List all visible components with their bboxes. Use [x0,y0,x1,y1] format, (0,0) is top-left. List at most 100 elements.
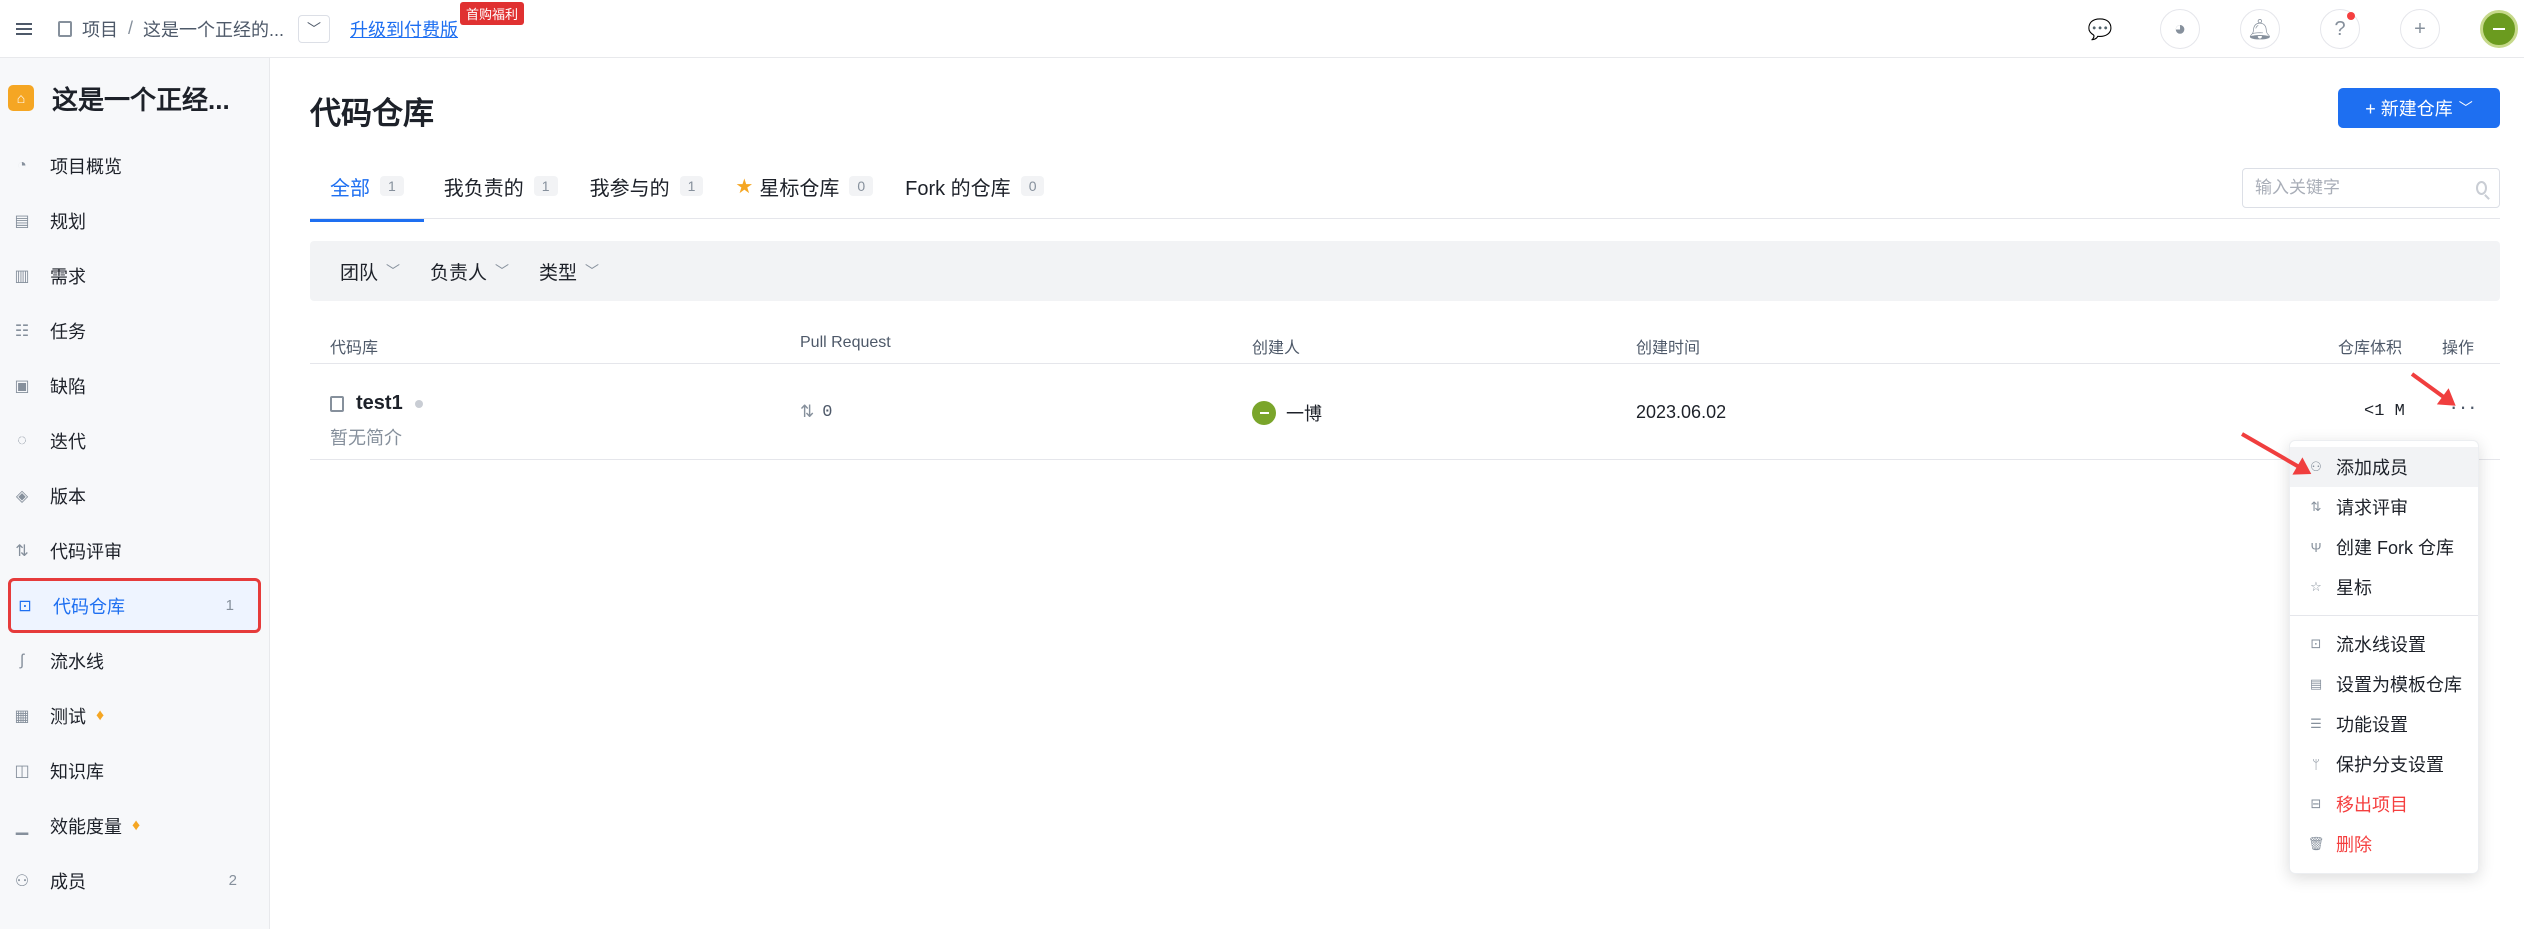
menu-delete[interactable]: 🗑︎ 删除 [2290,824,2478,864]
menu-create-fork[interactable]: Ψ 创建 Fork 仓库 [2290,527,2478,567]
table-row[interactable]: test1 暂无简介 ⇅ 0 一博 2023.06.02 <1 M ··· [310,364,2500,460]
tab-participated[interactable]: 我参与的 1 [590,162,704,210]
menu-request-review[interactable]: ⇅ 请求评审 [2290,487,2478,527]
sidebar-item-task[interactable]: ☷ 任务 [8,303,261,358]
filter-team[interactable]: 团队 ﹀ [340,258,400,285]
code-repo-icon: ⊡ [18,597,32,615]
sidebar-item-bug[interactable]: ▣ 缺陷 [8,358,261,413]
search-input[interactable] [2255,178,2476,198]
settings-icon: ☰ [2310,716,2322,731]
sidebar-item-dashboard[interactable]: ◔ 项目概览 [8,138,261,193]
search-icon[interactable] [2476,181,2487,195]
assistant-icon[interactable]: ◕ [2160,9,2200,49]
repo-name[interactable]: test1 [356,392,403,415]
sidebar-item-label: 代码评审 [50,541,122,562]
filter-type[interactable]: 类型 ﹀ [539,258,599,285]
menu-item-label: 设置为模板仓库 [2336,675,2462,695]
notification-dot [2347,12,2355,20]
menu-star[interactable]: ☆ 星标 [2290,567,2478,607]
filter-bar: 团队 ﹀ 负责人 ﹀ 类型 ﹀ [310,241,2500,301]
column-size: 仓库体积 [2338,340,2403,357]
menu-feature-settings[interactable]: ☰ 功能设置 [2290,704,2478,744]
menu-item-label: 保护分支设置 [2336,755,2444,775]
iteration-icon: ◌ [17,431,27,449]
project-name: 这是一个正经... [52,84,230,115]
menu-protected-branch[interactable]: ᛘ 保护分支设置 [2290,744,2478,784]
pr-cell[interactable]: ⇅ 0 [800,402,832,422]
sidebar-item-code-review[interactable]: ⇅ 代码评审 [8,523,261,578]
template-icon: ▤ [2309,676,2323,691]
table-header: 代码库 Pull Request 创建人 创建时间 仓库体积 操作 [310,322,2500,364]
filter-owner[interactable]: 负责人 ﹀ [430,258,509,285]
column-creator: 创建人 [1252,340,1301,357]
upgrade-link-label[interactable]: 升级到付费版 [350,20,458,40]
premium-gem-icon: ♦ [96,706,105,724]
bell-icon[interactable]: 🔔︎ [2240,9,2280,49]
sidebar-item-label: 迭代 [50,431,86,452]
tab-count: 1 [679,176,704,196]
chevron-down-icon: ﹀ [585,263,600,279]
creator-cell: 一博 [1252,400,1322,426]
trash-icon: 🗑︎ [2307,836,2325,851]
breadcrumb-root[interactable]: 项目 [82,16,118,42]
sidebar-item-label: 成员 [50,871,86,892]
tab-mine[interactable]: 我负责的 1 [444,162,558,210]
project-header[interactable]: ⌂ 这是一个正经... [0,58,269,138]
sidebar-item-chart[interactable]: ▁ 效能度量 ♦ [8,798,261,853]
tab-all[interactable]: 全部 1 [310,162,424,222]
breadcrumb: 项目 / 这是一个正经的... ﹀ [58,14,331,43]
search-box[interactable] [2242,168,2500,208]
sidebar-item-book[interactable]: ◫ 知识库 [8,743,261,798]
pr-count: 0 [822,402,833,422]
members-icon: ⚇ [14,872,30,890]
menu-toggle-icon[interactable] [4,9,44,49]
menu-item-label: 功能设置 [2336,715,2408,735]
sidebar-item-members[interactable]: ⚇ 成员 2 [8,853,261,908]
sidebar-item-label: 代码仓库 [53,596,125,617]
top-bar: 项目 / 这是一个正经的... ﹀ 升级到付费版 首购福利 💬 ◕ 🔔︎ ? + [0,0,2524,58]
chat-icon[interactable]: 💬 [2080,9,2120,49]
dashboard-icon: ◔ [17,156,27,174]
plan-icon: ▤ [14,212,30,230]
tab-starred[interactable]: ★ 星标仓库 0 [735,162,874,210]
add-icon[interactable]: + [2400,9,2440,49]
user-avatar[interactable] [2480,10,2518,48]
menu-pipeline-settings[interactable]: ⊡ 流水线设置 [2290,624,2478,664]
tab-divider [310,218,2500,219]
column-pr: Pull Request [800,334,891,351]
sidebar-item-label: 需求 [50,266,86,287]
page-title: 代码仓库 [310,96,434,131]
sidebar-item-plan[interactable]: ▤ 规划 [8,193,261,248]
breadcrumb-separator: / [128,18,134,38]
sidebar-item-pipeline[interactable]: ʃ 流水线 [8,633,261,688]
breadcrumb-project[interactable]: 这是一个正经的... [143,16,284,42]
layers-icon: ◈ [15,487,29,505]
chevron-down-icon: ﹀ [386,263,401,279]
sidebar-item-requirement[interactable]: ▥ 需求 [8,248,261,303]
sidebar-item-layers[interactable]: ◈ 版本 [8,468,261,523]
sidebar-item-test[interactable]: ▦ 测试 ♦ [8,688,261,743]
status-dot [414,399,423,408]
repo-name-cell[interactable]: test1 [330,392,423,415]
menu-add-member[interactable]: ⚇ 添加成员 [2290,447,2478,487]
tab-label: 星标仓库 [759,177,840,200]
sidebar-item-code-repo[interactable]: ⊡ 代码仓库 1 [8,578,261,633]
sidebar-item-iteration[interactable]: ◌ 迭代 [8,413,261,468]
menu-item-label: 添加成员 [2336,458,2408,478]
tab-label: 我负责的 [443,177,524,200]
code-review-icon: ⇅ [15,542,29,560]
upgrade-link[interactable]: 升级到付费版 首购福利 [350,1,525,42]
tab-count: 0 [1020,176,1045,196]
test-icon: ▦ [14,707,30,725]
branch-icon: ᛘ [2312,756,2320,772]
new-repo-button[interactable]: + 新建仓库 ﹀ [2338,88,2500,128]
menu-set-template[interactable]: ▤ 设置为模板仓库 [2290,664,2478,704]
menu-item-label: 移出项目 [2336,795,2408,815]
help-icon[interactable]: ? [2320,9,2360,49]
project-switch-dropdown[interactable]: ﹀ [298,14,331,43]
menu-item-label: 删除 [2336,835,2372,855]
tab-forked[interactable]: Fork 的仓库 0 [905,162,1045,210]
column-created: 创建时间 [1636,340,1701,357]
menu-remove-from-project[interactable]: ⊟ 移出项目 [2290,784,2478,824]
sidebar-item-label: 测试 [50,706,86,727]
